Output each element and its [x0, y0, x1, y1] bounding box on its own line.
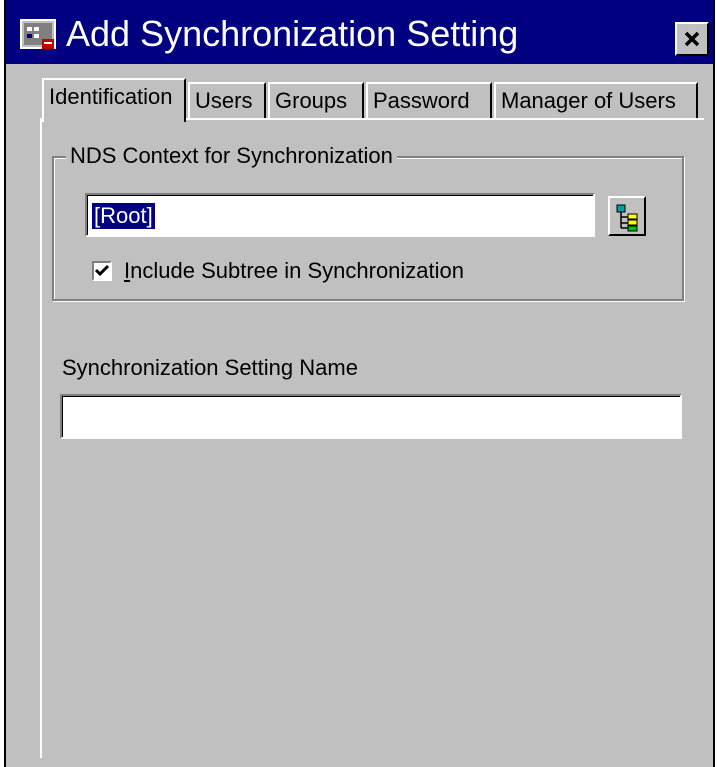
include-subtree-label[interactable]: Include Subtree in Synchronization	[124, 258, 464, 284]
window-title: Add Synchronization Setting	[66, 13, 519, 54]
app-icon[interactable]	[20, 19, 58, 51]
tab-groups[interactable]: Groups	[268, 82, 364, 118]
tab-users[interactable]: Users	[188, 82, 266, 118]
setting-name-label: Synchronization Setting Name	[62, 355, 358, 380]
browse-tree-button[interactable]	[608, 196, 646, 236]
include-subtree-checkbox[interactable]	[92, 261, 112, 281]
tab-manager-of-users[interactable]: Manager of Users	[494, 82, 698, 118]
tab-password[interactable]: Password	[366, 82, 492, 118]
tab-label: Users	[195, 88, 253, 113]
tree-browse-icon	[616, 204, 638, 232]
tab-label: Groups	[275, 88, 348, 113]
tab-label: Manager of Users	[501, 88, 676, 113]
tab-label: Identification	[49, 84, 173, 109]
tab-identification[interactable]: Identification	[42, 78, 186, 122]
nds-context-input[interactable]: [Root]	[85, 193, 595, 237]
close-button[interactable]	[675, 22, 709, 56]
title-bar[interactable]: Add Synchronization Setting	[6, 0, 713, 64]
setting-name-input[interactable]	[60, 394, 682, 439]
checkmark-icon	[94, 264, 110, 277]
dialog-window: Add Synchronization Setting Identificati…	[4, 0, 715, 767]
tab-label: Password	[373, 88, 470, 113]
label-rest: nclude Subtree in Synchronization	[130, 258, 465, 283]
nds-context-value: [Root]	[92, 203, 155, 229]
nds-context-legend: NDS Context for Synchronization	[66, 143, 397, 169]
close-icon	[684, 31, 700, 47]
